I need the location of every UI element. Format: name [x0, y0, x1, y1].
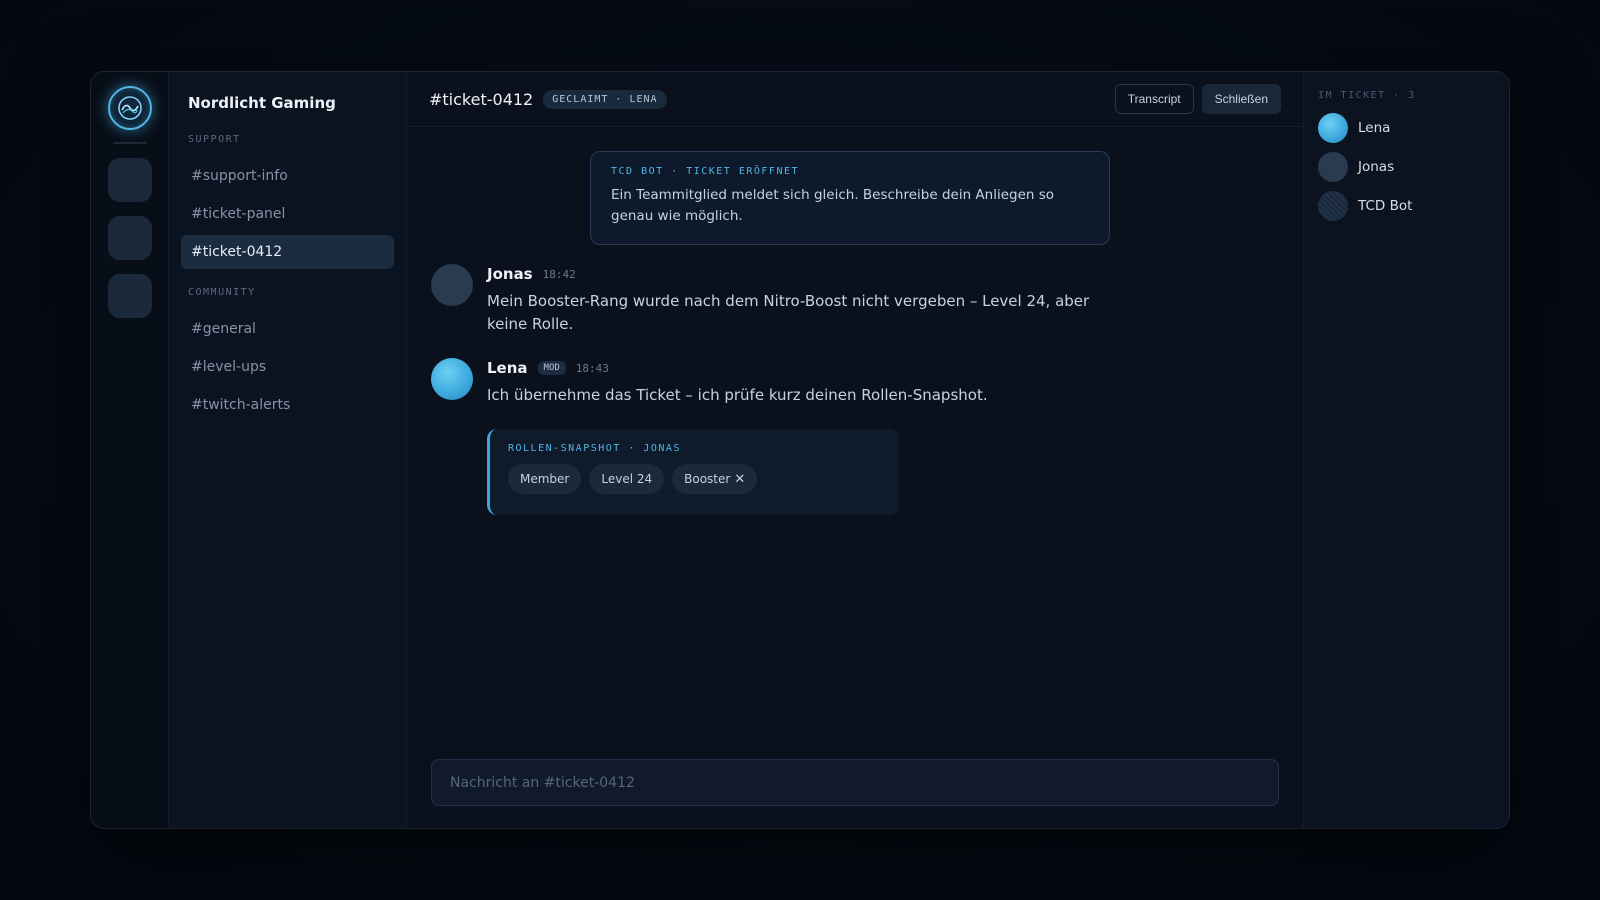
role-chip-member[interactable]: Member — [508, 464, 582, 494]
member-tcd-bot[interactable]: TCD Bot — [1318, 191, 1495, 221]
close-ticket-button[interactable]: Schließen — [1201, 84, 1281, 114]
chat-header: #ticket-0412 GECLAIMT · LENA Transcript … — [407, 72, 1303, 127]
mod-badge: MOD — [537, 361, 566, 375]
channel-title: #ticket-0412 — [429, 89, 534, 109]
bot-card-text: Ein Teammitglied meldet sich gleich. Bes… — [611, 187, 1055, 224]
message-author[interactable]: Jonas — [487, 265, 533, 283]
transcript-button[interactable]: Transcript — [1114, 84, 1194, 114]
message-time: 18:42 — [542, 267, 576, 281]
chat-area: #ticket-0412 GECLAIMT · LENA Transcript … — [407, 72, 1303, 828]
category-support[interactable]: SUPPORT — [181, 134, 394, 145]
server-rail — [91, 72, 169, 828]
server-icon-2[interactable] — [107, 216, 152, 260]
message-time: 18:43 — [575, 361, 609, 375]
server-icon-1[interactable] — [107, 158, 152, 202]
channel-ticket-0412[interactable]: #ticket-0412 — [181, 235, 394, 269]
message-jonas: Jonas 18:42 Mein Booster-Rang wurde nach… — [431, 264, 1107, 336]
nordlicht-logo-icon[interactable] — [107, 86, 152, 130]
channel-general[interactable]: #general — [181, 312, 394, 346]
channel-sidebar: Nordlicht Gaming SUPPORT #support-info #… — [169, 72, 407, 828]
avatar-lena — [1318, 113, 1348, 143]
channel-twitch-alerts[interactable]: #twitch-alerts — [181, 388, 394, 422]
category-community[interactable]: COMMUNITY — [181, 287, 394, 298]
member-jonas[interactable]: Jonas — [1318, 152, 1495, 182]
channel-support-info[interactable]: #support-info — [181, 159, 394, 193]
message-list[interactable]: TCD BOT · TICKET ERÖFFNET Ein Teammitgli… — [407, 127, 1303, 759]
server-icon-3[interactable] — [107, 274, 152, 318]
message-lena: Lena MOD 18:43 Ich übernehme das Ticket … — [431, 358, 1127, 407]
member-lena[interactable]: Lena — [1318, 113, 1495, 143]
bot-card-label: TCD BOT · TICKET ERÖFFNET — [611, 166, 800, 177]
role-chips: Member Level 24 Booster ✕ — [508, 464, 881, 494]
message-text: Ich übernehme das Ticket – ich prüfe kur… — [487, 386, 988, 404]
avatar-tcd-bot — [1318, 191, 1348, 221]
bot-ticket-card: TCD BOT · TICKET ERÖFFNET Ein Teammitgli… — [590, 151, 1110, 245]
message-input[interactable] — [450, 774, 1260, 791]
missing-x-icon: ✕ — [734, 471, 746, 487]
channel-level-ups[interactable]: #level-ups — [181, 350, 394, 384]
snapshot-label: ROLLEN-SNAPSHOT · JONAS — [508, 443, 681, 454]
avatar-lena[interactable] — [431, 358, 473, 400]
avatar-jonas — [1318, 152, 1348, 182]
member-sidebar: IM TICKET · 3 Lena Jonas TCD Bot — [1303, 72, 1509, 828]
rail-separator — [112, 142, 147, 144]
role-chip-booster[interactable]: Booster ✕ — [672, 464, 758, 494]
message-text: Mein Booster-Rang wurde nach dem Nitro-B… — [487, 292, 1090, 333]
composer-area — [407, 759, 1303, 828]
role-snapshot-card: ROLLEN-SNAPSHOT · JONAS Member Level 24 … — [487, 429, 899, 515]
claimed-badge: GECLAIMT · LENA — [543, 89, 667, 109]
server-name[interactable]: Nordlicht Gaming — [181, 94, 394, 112]
role-chip-level[interactable]: Level 24 — [589, 464, 665, 494]
message-composer[interactable] — [431, 759, 1279, 806]
channel-ticket-panel[interactable]: #ticket-panel — [181, 197, 394, 231]
message-author[interactable]: Lena — [487, 359, 528, 377]
avatar-jonas[interactable] — [431, 264, 473, 306]
app-window: Nordlicht Gaming SUPPORT #support-info #… — [90, 71, 1510, 829]
member-list-label: IM TICKET · 3 — [1318, 90, 1416, 101]
